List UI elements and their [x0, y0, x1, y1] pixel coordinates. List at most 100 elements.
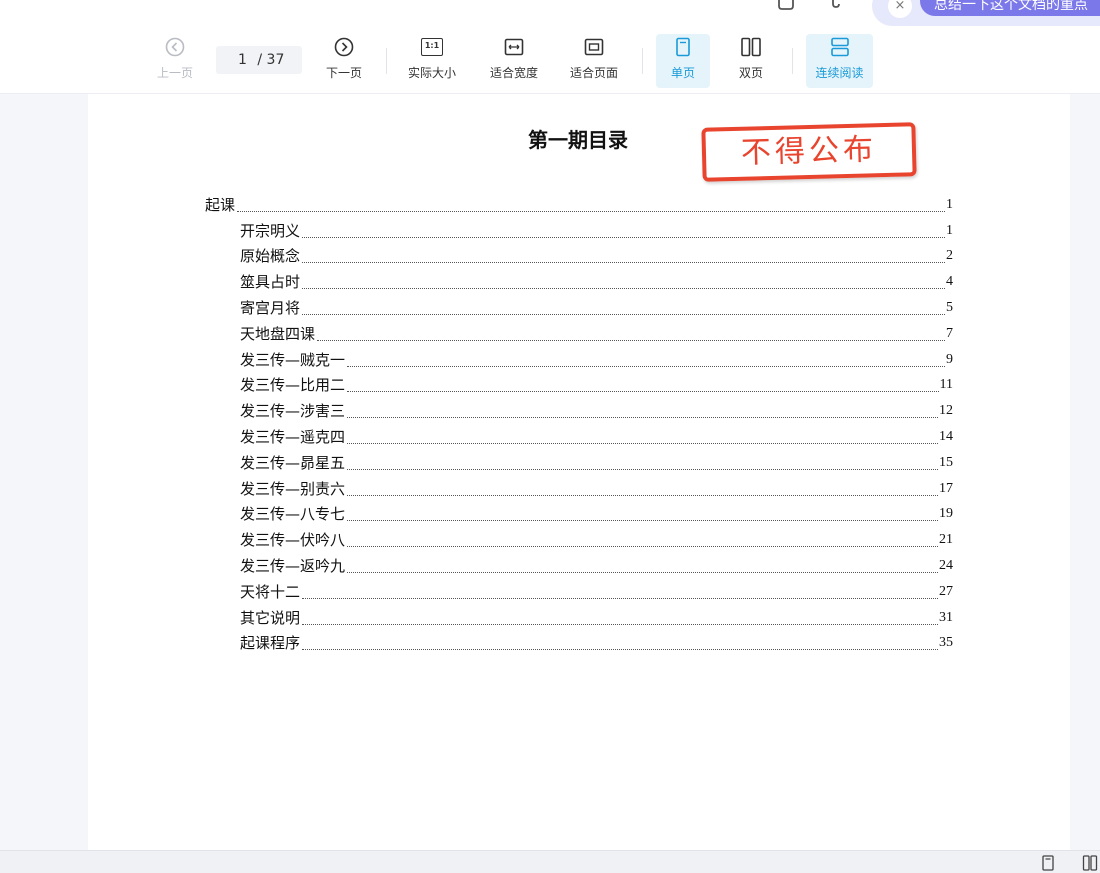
toc-entry-title: 开宗明义	[240, 221, 301, 240]
toc-entry[interactable]: 发三传—贼克一 9	[205, 345, 953, 371]
toc-dot-leader	[302, 313, 945, 315]
status-bar	[0, 850, 1100, 873]
chevron-right-circle-icon	[334, 37, 354, 57]
toc-entry[interactable]: 其它说明 31	[205, 603, 953, 629]
toc-entry[interactable]: 发三传—八专七 19	[205, 500, 953, 526]
toc-entry[interactable]: 原始概念 2	[205, 242, 953, 268]
toc-entry-title: 发三传—比用二	[240, 376, 346, 395]
toolbar-divider	[792, 48, 793, 74]
toc-entry[interactable]: 寄宫月将 5	[205, 293, 953, 319]
double-page-button[interactable]: 双页	[724, 36, 778, 88]
document-page: 第一期目录 不得公布 起课 1 开宗明义 1 原始概念 2 筮具占时 4 寄宫月将 5 天地盘四课 7…	[88, 94, 1070, 850]
toc-entry-title: 发三传—别责六	[240, 479, 346, 498]
page-current: 1	[238, 52, 247, 68]
toc-entry-page: 17	[939, 480, 953, 496]
confidential-stamp: 不得公布	[701, 122, 917, 182]
toc-entry[interactable]: 发三传—伏吟八 21	[205, 525, 953, 551]
table-of-contents: 起课 1 开宗明义 1 原始概念 2 筮具占时 4 寄宫月将 5 天地盘四课 7 发三传—贼克一 9 发三传…	[205, 190, 953, 654]
continuous-reading-button[interactable]: 连续阅读	[806, 34, 873, 88]
page-title: 第一期目录	[528, 128, 628, 152]
toc-entry[interactable]: 起课 1	[205, 190, 953, 216]
toc-entry-title: 其它说明	[240, 608, 301, 627]
page-number-input[interactable]: 1 / 37	[216, 46, 302, 74]
toc-entry[interactable]: 发三传—遥克四 14	[205, 422, 953, 448]
double-page-icon	[741, 37, 761, 57]
toc-entry-title: 筮具占时	[240, 273, 301, 292]
toc-entry-title: 发三传—涉害三	[240, 402, 346, 421]
fit-width-button[interactable]: 适合宽度	[482, 36, 546, 88]
window-tool-icon[interactable]	[776, 0, 796, 12]
toc-dot-leader	[302, 649, 938, 651]
toc-dot-leader	[302, 623, 938, 625]
toc-dot-leader	[347, 468, 938, 470]
toc-entry[interactable]: 发三传—昴星五 15	[205, 448, 953, 474]
ai-summary-suggestion[interactable]: 总结一下这个文档的重点	[920, 0, 1100, 16]
toc-entry[interactable]: 天地盘四课 7	[205, 319, 953, 345]
toc-entry[interactable]: 天将十二 27	[205, 577, 953, 603]
toolbar-divider	[642, 48, 643, 74]
toc-entry-page: 1	[946, 222, 953, 238]
toc-entry-page: 14	[939, 428, 953, 444]
fit-page-icon	[584, 38, 604, 56]
page-total: / 37	[257, 52, 285, 68]
toc-dot-leader	[347, 520, 938, 522]
toc-dot-leader	[302, 597, 938, 599]
next-page-label: 下一页	[325, 66, 362, 80]
prev-page-label: 上一页	[156, 66, 193, 80]
toc-entry-title: 发三传—贼克一	[240, 350, 346, 369]
toc-entry-page: 2	[946, 248, 953, 264]
single-page-button[interactable]: 单页	[656, 34, 710, 88]
toc-entry[interactable]: 开宗明义 1	[205, 216, 953, 242]
toc-entry-page: 21	[939, 532, 953, 548]
fit-page-label: 适合页面	[569, 66, 618, 80]
continuous-reading-icon	[830, 37, 849, 57]
double-page-label: 双页	[738, 66, 763, 80]
toc-entry[interactable]: 发三传—返吟九 24	[205, 551, 953, 577]
toc-entry-page: 7	[946, 325, 953, 341]
toc-entry[interactable]: 起课程序 35	[205, 629, 953, 655]
toc-dot-leader	[347, 442, 938, 444]
toc-dot-leader	[347, 494, 938, 496]
toc-dot-leader	[347, 571, 938, 573]
fit-page-button[interactable]: 适合页面	[562, 36, 626, 88]
continuous-reading-label: 连续阅读	[815, 66, 864, 80]
toc-entry-page: 5	[946, 299, 953, 315]
toc-dot-leader	[302, 288, 945, 290]
prev-page-button[interactable]: 上一页	[148, 36, 202, 88]
actual-size-button[interactable]: 1:1 实际大小	[400, 36, 464, 88]
toc-entry-page: 11	[939, 377, 953, 393]
toc-entry-title: 发三传—伏吟八	[240, 531, 346, 550]
single-page-icon	[676, 37, 690, 57]
toc-dot-leader	[347, 417, 938, 419]
toc-entry-page: 1	[946, 196, 953, 212]
toc-entry-title: 发三传—返吟九	[240, 556, 346, 575]
toc-entry-title: 起课程序	[240, 634, 301, 653]
toc-entry-page: 12	[939, 403, 953, 419]
actual-size-label: 实际大小	[407, 66, 456, 80]
single-page-view-icon[interactable]	[1040, 855, 1056, 871]
toc-entry[interactable]: 发三传—别责六 17	[205, 474, 953, 500]
toc-entry-title: 天地盘四课	[240, 324, 316, 343]
toc-entry-page: 24	[939, 557, 953, 573]
toc-entry-page: 4	[946, 274, 953, 290]
fit-width-label: 适合宽度	[489, 66, 538, 80]
toc-entry[interactable]: 发三传—涉害三 12	[205, 396, 953, 422]
toc-dot-leader	[237, 210, 945, 212]
toc-entry[interactable]: 发三传—比用二 11	[205, 371, 953, 397]
toc-entry[interactable]: 筮具占时 4	[205, 267, 953, 293]
chevron-left-circle-icon	[165, 37, 185, 57]
toc-dot-leader	[302, 236, 945, 238]
next-page-button[interactable]: 下一页	[316, 36, 372, 88]
single-page-label: 单页	[670, 66, 695, 80]
toc-dot-leader	[347, 391, 939, 393]
fit-width-icon	[504, 38, 524, 56]
toc-entry-title: 发三传—八专七	[240, 505, 346, 524]
toc-entry-page: 27	[939, 583, 953, 599]
pin-icon[interactable]	[826, 0, 846, 12]
toc-entry-title: 起课	[205, 195, 236, 214]
toc-entry-title: 原始概念	[240, 247, 301, 266]
actual-size-icon: 1:1	[421, 38, 443, 56]
toc-entry-page: 9	[946, 351, 953, 367]
reader-toolbar: 上一页 1 / 37 下一页 1:1 实际大小 适合宽度 适合页面 单页 双页 …	[0, 28, 1100, 94]
double-page-view-icon[interactable]	[1082, 855, 1098, 871]
